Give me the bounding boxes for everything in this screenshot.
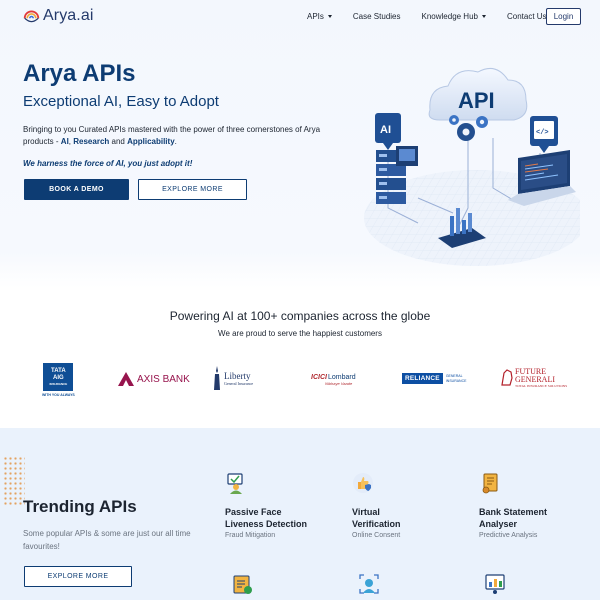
- code-badge: </>: [530, 116, 558, 153]
- dot-pattern-decoration: [3, 456, 25, 506]
- desc-ai: AI: [60, 137, 69, 146]
- card-subtitle: Fraud Mitigation: [225, 532, 276, 539]
- logo-line: RELIANCE: [402, 373, 443, 384]
- desc-text: .: [174, 137, 177, 146]
- desc-text: and: [109, 137, 128, 146]
- statue-of-liberty-icon: [214, 366, 220, 390]
- face-scan-icon: [359, 574, 379, 594]
- nav-item-label: Knowledge Hub: [421, 12, 478, 21]
- partners-subline: We are proud to serve the happiest custo…: [218, 329, 382, 338]
- api-card-bank-statement[interactable]: Bank Statement Analyser Predictive Analys…: [479, 472, 547, 539]
- logo-line: INSURANCE: [49, 382, 68, 386]
- logo-text: Arya.ai: [43, 7, 94, 24]
- face-check-icon: [227, 473, 243, 494]
- logo-line: INSURANCE: [445, 378, 467, 383]
- card-title-line: Passive Face: [225, 507, 282, 517]
- partners-headline: Powering AI at 100+ companies across the…: [169, 309, 431, 323]
- nav-item-label: Case Studies: [352, 12, 401, 21]
- analytics-screen-icon: [485, 574, 505, 594]
- nav-item-label: Contact Us: [506, 12, 547, 21]
- thumbs-shield-icon: [353, 473, 373, 493]
- chevron-down-icon: [481, 15, 486, 18]
- hero-subtitle: Exceptional AI, Easy to Adopt: [23, 93, 219, 110]
- book-demo-button[interactable]: BOOK A DEMO: [24, 179, 129, 200]
- login-button[interactable]: Login: [546, 8, 581, 25]
- card-title: Bank Statement Analyser: [479, 506, 547, 530]
- logo-tata-aig: TATA AIG INSURANCE WITH YOU ALWAYS: [42, 363, 75, 397]
- logo-line: ICICI: [311, 374, 327, 381]
- logo-liberty: Liberty General Insurance: [212, 366, 253, 390]
- logo-axis-bank: AXIS BANK: [118, 372, 190, 386]
- ai-badge: AI: [375, 113, 401, 150]
- desc-research: Research: [73, 137, 110, 146]
- logo-text: AXIS BANK: [137, 373, 190, 385]
- logo-line: TATA: [51, 368, 66, 374]
- id-card-check-icon: [233, 575, 252, 594]
- ai-label: AI: [380, 124, 391, 136]
- logo-future-generali: FUTURE GENERALI TOTAL INSURANCE SOLUTION…: [500, 368, 567, 388]
- logo-reliance: RELIANCE GENERAL INSURANCE: [402, 373, 466, 384]
- card-title-line: Virtual: [352, 507, 380, 517]
- arya-logo-icon: [23, 9, 40, 22]
- logo-line: Liberty: [224, 370, 251, 381]
- api-illustration: API AI </>: [364, 67, 580, 266]
- nav-item-contact-us[interactable]: Contact Us: [507, 12, 547, 21]
- card-subtitle: Predictive Analysis: [479, 532, 538, 539]
- nav-item-case-studies[interactable]: Case Studies: [353, 12, 401, 21]
- brand-logo[interactable]: Arya.ai: [23, 7, 94, 25]
- logo-icici-lombard: ICICI Lombard Nibhaye Vaade: [311, 374, 356, 386]
- logo-line: Lombard: [327, 374, 356, 381]
- logo-line: TOTAL INSURANCE SOLUTIONS: [515, 384, 568, 388]
- trending-description: Some popular APIs & some are just our al…: [23, 529, 191, 551]
- explore-more-button[interactable]: EXPLORE MORE: [138, 179, 247, 200]
- logo-line: General Insurance: [224, 380, 254, 386]
- lion-emblem-icon: [501, 369, 513, 386]
- desc-applicability: Applicability: [127, 137, 175, 146]
- card-title-line: Bank Statement: [479, 507, 548, 517]
- partner-logos: TATA AIG INSURANCE WITH YOU ALWAYS AXIS …: [0, 360, 600, 400]
- navbar: Arya.ai APIs Case Studies Knowledge Hub …: [0, 0, 600, 34]
- card-title-line: Verification: [352, 519, 401, 529]
- nav-item-knowledge-hub[interactable]: Knowledge Hub: [422, 12, 486, 21]
- api-card-passive-face[interactable]: Passive Face Liveness Detection Fraud Mit…: [225, 472, 307, 539]
- nav-item-apis[interactable]: APIs: [307, 12, 332, 21]
- hero-tagline: We harness the force of AI, you just ado…: [23, 159, 193, 168]
- axis-bank-icon: [118, 372, 134, 386]
- logo-line: Nibhaye Vaade: [325, 381, 353, 386]
- page-title: Arya APIs: [23, 60, 136, 87]
- card-title: Passive Face Liveness Detection: [225, 506, 307, 530]
- card-title-line: Liveness Detection: [225, 519, 308, 529]
- chevron-down-icon: [327, 15, 332, 18]
- api-label: API: [458, 88, 495, 113]
- nav-links: APIs Case Studies Knowledge Hub Contact …: [307, 12, 568, 21]
- document-scroll-icon: [482, 473, 498, 494]
- card-title-line: Analyser: [479, 519, 518, 529]
- trending-explore-more-button[interactable]: EXPLORE MORE: [24, 566, 132, 587]
- logo-line: GENERALI: [515, 375, 555, 384]
- code-label: </>: [536, 129, 549, 137]
- logo-tagline: WITH YOU ALWAYS: [42, 393, 75, 397]
- card-subtitle: Online Consent: [352, 532, 401, 539]
- card-title: Virtual Verification: [352, 506, 401, 530]
- trending-title: Trending APIs: [23, 497, 137, 516]
- hero-description: Bringing to you Curated APIs mastered wi…: [23, 124, 343, 148]
- nav-item-label: APIs: [307, 12, 324, 21]
- logo-line: AIG: [53, 375, 64, 381]
- api-card-virtual-verification[interactable]: Virtual Verification Online Consent: [352, 472, 401, 539]
